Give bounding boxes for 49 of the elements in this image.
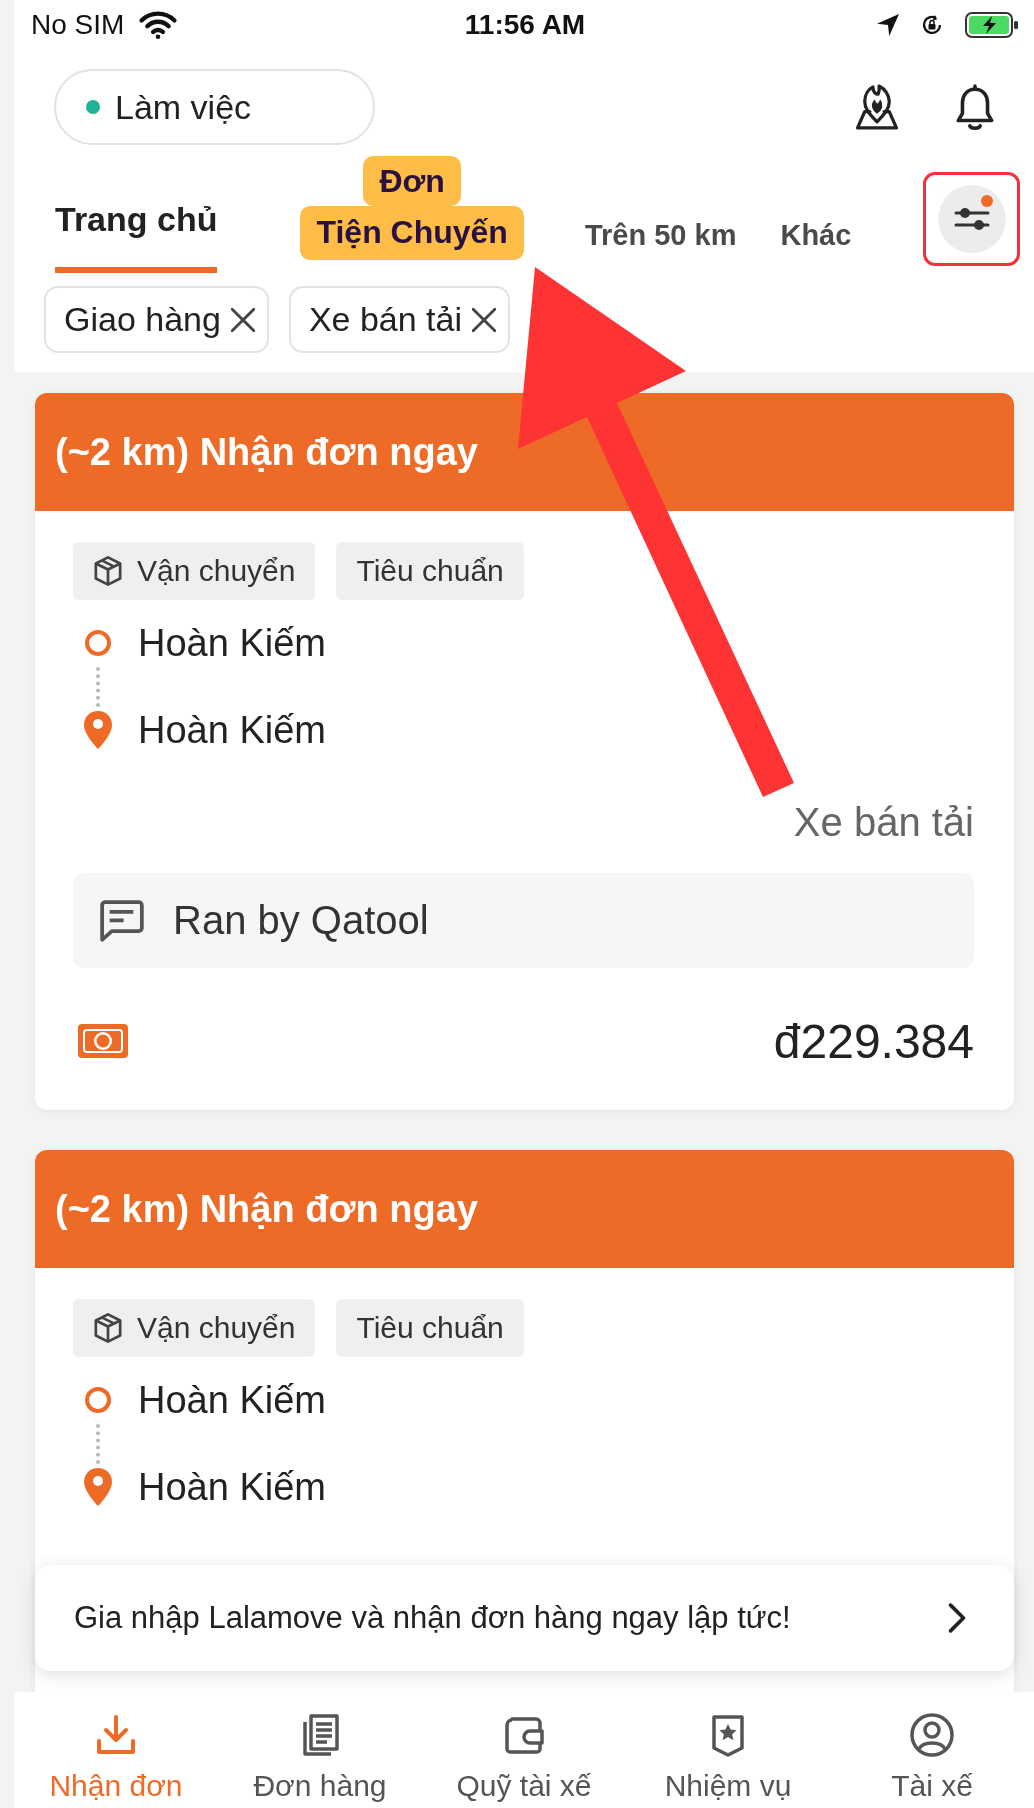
nav-tab[interactable]: Quỹ tài xế (422, 1692, 626, 1808)
order-header: (~2 km) Nhận đơn ngay (35, 1150, 1014, 1268)
dropoff-location: Hoàn Kiếm (138, 1467, 326, 1507)
nav-tab[interactable]: Tài xế (830, 1692, 1034, 1808)
pin-icon (84, 711, 112, 749)
vehicle-type: Xe bán tải (793, 800, 974, 844)
note-text: Ran by Qatool (173, 898, 429, 943)
nav-tab[interactable]: Đơn hàng (218, 1692, 422, 1808)
order-tag-label: Vận chuyển (137, 554, 296, 588)
annotation-label: Tiện Chuyến (300, 206, 524, 260)
work-status-toggle[interactable]: Làm việc (54, 69, 375, 145)
close-icon (230, 307, 255, 332)
bell-icon[interactable] (954, 84, 996, 130)
nav-tab[interactable]: Nhiệm vụ (626, 1692, 830, 1808)
order-tag-label: Tiêu chuẩn (356, 1311, 504, 1345)
filter-chip[interactable]: Xe bán tải (288, 286, 511, 353)
origin-ring-icon (85, 1387, 111, 1413)
order-tag-label: Vận chuyển (137, 1311, 296, 1345)
message-icon (100, 899, 144, 942)
join-toast[interactable]: Gia nhập Lalamove và nhận đơn hàng ngay lập tức! (35, 1565, 1014, 1671)
tab[interactable]: Khác (780, 215, 852, 255)
annotation-label: Đơn (363, 156, 461, 206)
box-icon (93, 556, 123, 586)
location-arrow-icon (877, 14, 899, 36)
close-icon (472, 307, 497, 332)
origin-ring-icon (85, 630, 111, 656)
route-connector (96, 1423, 100, 1464)
rotation-lock-icon (921, 14, 943, 36)
flame-map-icon[interactable] (853, 84, 901, 130)
order-tag-label: Tiêu chuẩn (356, 554, 504, 588)
filter-chip[interactable]: Giao hàng (44, 286, 269, 353)
pickup-location: Hoàn Kiếm (138, 623, 326, 663)
order-card[interactable]: (~2 km) Nhận đơn ngay Vận chuyển Tiêu chuẩn Hoàn Kiếm Hoàn Kiếm Xe bán tải Ran by Qatool đ229.384 (35, 393, 1014, 1110)
order-header: (~2 km) Nhận đơn ngay (35, 393, 1014, 511)
order-price: đ229.384 (773, 1013, 974, 1069)
clock-time: 11:56 AM (464, 9, 586, 41)
tab[interactable]: Trên 50 km (584, 215, 737, 255)
wifi-icon (138, 11, 179, 39)
chevron-right-icon (948, 1603, 966, 1633)
carrier-label: No SIM (31, 9, 125, 41)
banknote-icon (78, 1024, 128, 1058)
battery-icon (965, 12, 1019, 38)
pin-icon (84, 1468, 112, 1506)
pickup-location: Hoàn Kiếm (138, 1380, 326, 1420)
tab[interactable]: Trang chủ (55, 197, 218, 273)
route-connector (96, 666, 100, 707)
dropoff-location: Hoàn Kiếm (138, 710, 326, 750)
box-icon (93, 1313, 123, 1343)
user-icon (908, 1711, 956, 1759)
